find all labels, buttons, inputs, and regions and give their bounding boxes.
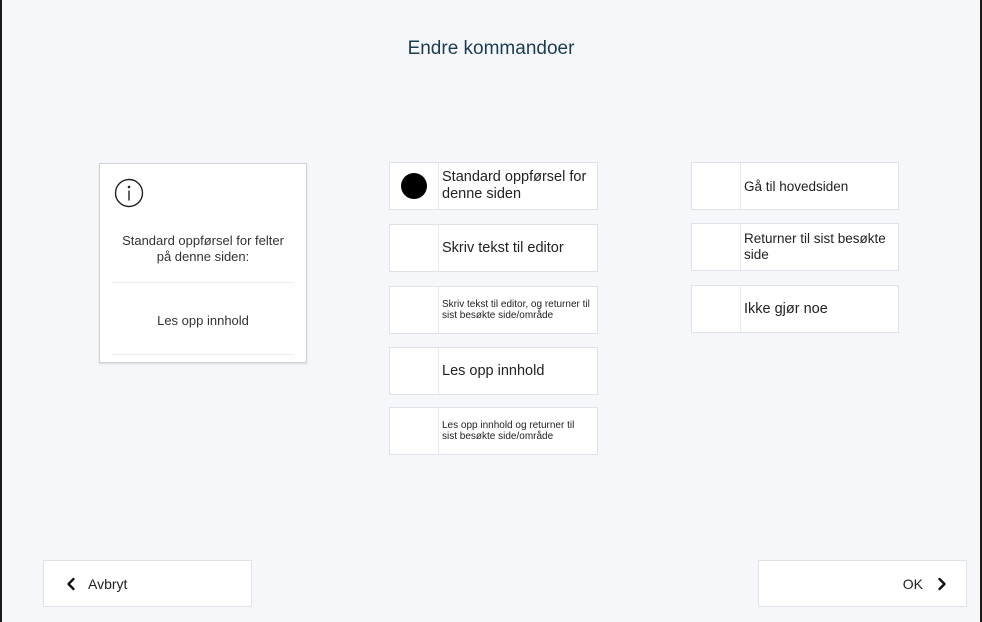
- option-standard-behavior[interactable]: Standard oppførsel for denne siden: [389, 162, 598, 210]
- option-label: Les opp innhold: [442, 362, 545, 379]
- chevron-left-icon: [67, 577, 75, 590]
- info-value: Les opp innhold: [157, 313, 249, 328]
- chevron-right-icon: [938, 577, 946, 590]
- option-return-to-last-page[interactable]: Returner til sist besøkte side: [691, 223, 899, 271]
- option-write-to-editor-and-return[interactable]: Skriv tekst til editor, og returner til …: [389, 286, 598, 334]
- option-label: Standard oppførsel for denne siden: [442, 169, 587, 202]
- radio-selector[interactable]: [390, 287, 439, 333]
- option-read-aloud-and-return[interactable]: Les opp innhold og returner til sist bes…: [389, 407, 598, 455]
- radio-selector[interactable]: [692, 163, 741, 209]
- option-label: Gå til hovedsiden: [744, 178, 849, 194]
- option-label: Skriv tekst til editor: [442, 239, 564, 256]
- info-description: Standard oppførsel for felter på denne s…: [122, 233, 284, 264]
- info-divider: [112, 354, 294, 355]
- selected-dot-icon: [401, 173, 427, 199]
- option-label: Ikke gjør noe: [744, 300, 828, 317]
- radio-selector[interactable]: [390, 348, 439, 394]
- ok-label: OK: [902, 575, 923, 592]
- option-do-nothing[interactable]: Ikke gjør noe: [691, 285, 899, 333]
- info-divider: [112, 282, 294, 283]
- radio-selector[interactable]: [692, 224, 741, 270]
- option-label: Skriv tekst til editor, og returner til …: [442, 298, 590, 322]
- radio-selector[interactable]: [390, 408, 439, 454]
- cancel-button[interactable]: Avbryt: [43, 560, 252, 607]
- ok-button[interactable]: OK: [758, 560, 967, 607]
- radio-selector[interactable]: [390, 225, 439, 271]
- info-icon: [114, 178, 144, 208]
- dialog-title: Endre kommandoer: [407, 38, 575, 59]
- radio-selector[interactable]: [692, 286, 741, 332]
- option-label: Les opp innhold og returner til sist bes…: [442, 419, 575, 443]
- info-card: Standard oppførsel for felter på denne s…: [99, 163, 307, 363]
- option-write-to-editor[interactable]: Skriv tekst til editor: [389, 224, 598, 272]
- option-go-to-home[interactable]: Gå til hovedsiden: [691, 162, 899, 210]
- radio-selector[interactable]: [390, 163, 439, 209]
- cancel-label: Avbryt: [88, 575, 128, 592]
- option-read-aloud[interactable]: Les opp innhold: [389, 347, 598, 395]
- option-label: Returner til sist besøkte side: [744, 231, 886, 262]
